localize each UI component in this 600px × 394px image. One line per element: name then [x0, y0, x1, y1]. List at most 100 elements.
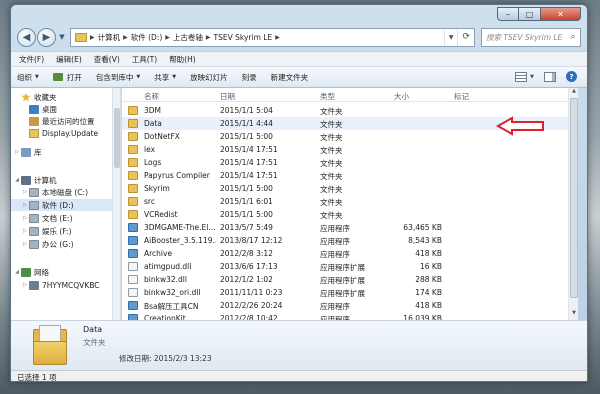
- computer-icon: [21, 175, 31, 185]
- file-size: 8,543 KB: [408, 236, 442, 245]
- file-type: 应用程序: [320, 302, 350, 311]
- preview-pane-icon[interactable]: [544, 71, 556, 82]
- slideshow-button[interactable]: 放映幻灯片: [190, 72, 228, 83]
- column-type[interactable]: 类型: [320, 91, 335, 102]
- address-dropdown-button[interactable]: ▼: [443, 28, 458, 46]
- application-icon: [128, 301, 138, 310]
- column-date[interactable]: 日期: [220, 91, 235, 102]
- sidebar-item-label: 娱乐 (F:): [42, 226, 72, 236]
- forward-button[interactable]: ▶: [37, 27, 56, 47]
- command-bar: 组织 ▼ 打开 包含到库中 ▼ 共享 ▼ 放映幻灯片 刻录 新建文件夹 ▼ ?: [11, 66, 587, 88]
- file-type: 文件夹: [320, 185, 343, 194]
- organize-button[interactable]: 组织 ▼: [17, 72, 39, 83]
- table-row[interactable]: binkw32_ori.dll 2011/11/11 0:23 应用程序扩展 174 …: [122, 286, 578, 299]
- sidebar-item[interactable]: 最近访问的位置: [11, 115, 112, 127]
- table-row[interactable]: lex 2015/1/4 17:51 文件夹: [122, 143, 578, 156]
- expand-icon[interactable]: ▷: [21, 282, 29, 288]
- sidebar-item[interactable]: ▷ 库: [11, 146, 112, 158]
- burn-button[interactable]: 刻录: [242, 72, 257, 83]
- table-row[interactable]: CreationKit 2012/2/8 10:42 应用程序 16,039 KB: [122, 312, 578, 320]
- sidebar-item[interactable]: 桌面: [11, 103, 112, 115]
- chevron-down-icon: ▼: [35, 74, 39, 80]
- file-type: 文件夹: [320, 107, 343, 116]
- expand-icon[interactable]: ▷: [21, 228, 29, 234]
- breadcrumb-drive-d[interactable]: 软件 (D:): [131, 32, 163, 43]
- search-input[interactable]: 搜索 TSEV Skyrim LE ⌕: [481, 27, 581, 47]
- recent-pages-button[interactable]: ▼: [57, 32, 67, 42]
- table-row[interactable]: Skyrim 2015/1/1 5:00 文件夹: [122, 182, 578, 195]
- chevron-right-icon: ▶: [275, 33, 280, 41]
- nav-scrollbar[interactable]: [113, 88, 121, 320]
- help-icon[interactable]: ?: [566, 71, 577, 82]
- sidebar-item[interactable]: Display.Update: [11, 127, 112, 139]
- view-options-icon[interactable]: [515, 71, 528, 82]
- sidebar-item[interactable]: ▷ 办公 (G:): [11, 238, 112, 250]
- new-folder-button[interactable]: 新建文件夹: [271, 72, 309, 83]
- sidebar-item[interactable]: ▷ 软件 (D:): [11, 199, 112, 211]
- share-button[interactable]: 共享 ▼: [154, 72, 176, 83]
- table-row[interactable]: atimgpud.dll 2013/6/6 17:13 应用程序扩展 16 KB: [122, 260, 578, 273]
- expand-icon[interactable]: ▷: [21, 241, 29, 247]
- expand-icon[interactable]: ▷: [21, 215, 29, 221]
- sidebar-item[interactable]: 收藏夹: [11, 91, 112, 103]
- file-date: 2012/2/8 3:12: [220, 249, 273, 258]
- expand-icon[interactable]: ▷: [21, 189, 29, 195]
- include-library-button[interactable]: 包含到库中 ▼: [96, 72, 140, 83]
- drive-icon: [29, 200, 39, 210]
- column-size[interactable]: 大小: [394, 91, 409, 102]
- menu-file[interactable]: 文件(F): [19, 54, 44, 65]
- expand-icon[interactable]: ◢: [13, 177, 21, 183]
- back-button[interactable]: ◀: [17, 27, 36, 47]
- column-name[interactable]: 名称: [144, 91, 159, 102]
- minimize-button[interactable]: –: [497, 7, 519, 21]
- application-icon: [128, 249, 138, 258]
- close-button[interactable]: ✕: [541, 7, 581, 21]
- menu-tools[interactable]: 工具(T): [132, 54, 157, 65]
- breadcrumb-tsev[interactable]: TSEV Skyrim LE: [214, 33, 273, 42]
- address-bar[interactable]: ▶ 计算机 ▶ 软件 (D:) ▶ 上古卷轴 ▶ TSEV Skyrim LE …: [70, 27, 475, 47]
- expand-icon[interactable]: ▷: [13, 149, 21, 155]
- breadcrumb-skyrim-folder[interactable]: 上古卷轴: [173, 32, 203, 43]
- file-name: VCRedist: [144, 210, 178, 219]
- table-row[interactable]: src 2015/1/1 6:01 文件夹: [122, 195, 578, 208]
- sidebar-item[interactable]: ◢ 网络: [11, 266, 112, 278]
- sidebar-item[interactable]: ▷ 7HYYMCQVKBC: [11, 279, 112, 291]
- navigation-pane: 收藏夹 桌面 最近访问的位置 Display.Update ▷ 库 ◢ 计算机 ▷ 本地磁盘 (C…: [11, 88, 113, 320]
- refresh-button[interactable]: ⟳: [457, 28, 474, 46]
- table-row[interactable]: Bsa解压工具CN 2012/2/26 20:24 应用程序 418 KB: [122, 299, 578, 312]
- file-size: 63,465 KB: [403, 223, 442, 232]
- table-row[interactable]: Papyrus Compiler 2015/1/4 17:51 文件夹: [122, 169, 578, 182]
- table-row[interactable]: binkw32.dll 2012/1/2 1:02 应用程序扩展 288 KB: [122, 273, 578, 286]
- expand-icon[interactable]: ◢: [13, 269, 21, 275]
- table-row[interactable]: Archive 2012/2/8 3:12 应用程序 418 KB: [122, 247, 578, 260]
- scroll-down-icon[interactable]: ▼: [569, 310, 578, 320]
- nav-scrollbar-thumb[interactable]: [114, 108, 120, 168]
- sidebar-item-label: 收藏夹: [34, 92, 57, 102]
- sidebar-item-label: 7HYYMCQVKBC: [42, 280, 100, 290]
- file-type: 文件夹: [320, 120, 343, 129]
- folder-icon: [128, 158, 138, 167]
- file-list-scrollbar[interactable]: ▲ ▼: [568, 88, 578, 320]
- menu-view[interactable]: 查看(V): [94, 54, 120, 65]
- column-tags[interactable]: 标记: [454, 91, 469, 102]
- breadcrumb-computer[interactable]: 计算机: [98, 32, 121, 43]
- expand-icon[interactable]: ▷: [21, 202, 29, 208]
- maximize-button[interactable]: □: [519, 7, 541, 21]
- sidebar-item[interactable]: ▷ 文档 (E:): [11, 212, 112, 224]
- sidebar-item[interactable]: ▷ 娱乐 (F:): [11, 225, 112, 237]
- view-dropdown-icon[interactable]: ▼: [530, 74, 534, 80]
- file-list-scrollbar-thumb[interactable]: [570, 98, 578, 298]
- table-row[interactable]: AiBooster_3.5.119... 2013/8/17 12:12 应用程序 8…: [122, 234, 578, 247]
- sidebar-item-label: 软件 (D:): [42, 200, 74, 210]
- table-row[interactable]: VCRedist 2015/1/1 5:00 文件夹: [122, 208, 578, 221]
- table-row[interactable]: Logs 2015/1/4 17:51 文件夹: [122, 156, 578, 169]
- drive-icon: [29, 226, 39, 236]
- file-name: Skyrim: [144, 184, 170, 193]
- sidebar-item[interactable]: ◢ 计算机: [11, 174, 112, 186]
- menu-edit[interactable]: 编辑(E): [56, 54, 82, 65]
- open-button[interactable]: 打开: [52, 72, 82, 83]
- scroll-up-icon[interactable]: ▲: [569, 88, 578, 98]
- sidebar-item[interactable]: ▷ 本地磁盘 (C:): [11, 186, 112, 198]
- table-row[interactable]: 3DMGAME-The.El... 2013/5/7 5:49 应用程序 63,465…: [122, 221, 578, 234]
- menu-help[interactable]: 帮助(H): [169, 54, 196, 65]
